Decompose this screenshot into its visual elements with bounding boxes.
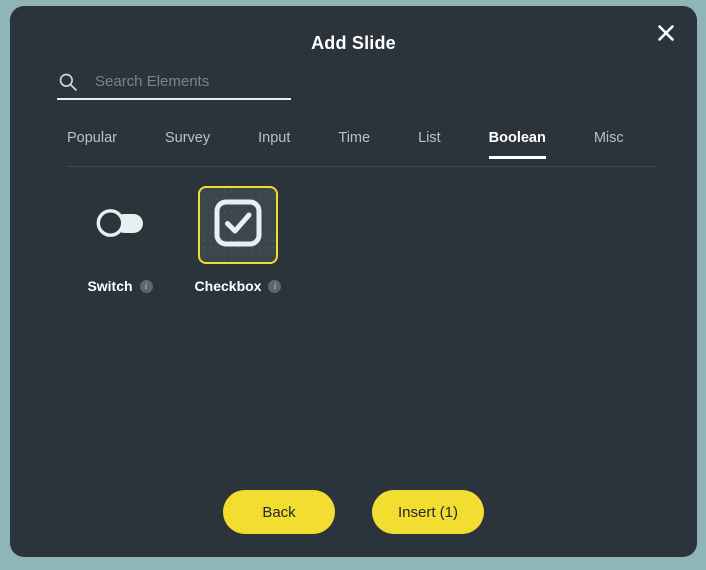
checkbox-icon (213, 198, 263, 253)
element-card-checkbox[interactable]: Checkbox i (195, 186, 282, 294)
element-label: Checkbox (194, 278, 262, 294)
category-tabs: Popular Survey Input Time List Boolean M… (67, 130, 657, 168)
dialog-title: Add Slide (311, 33, 396, 53)
tab-divider (67, 166, 657, 167)
search-field[interactable] (57, 65, 294, 100)
element-card-switch[interactable]: Switch i (80, 186, 160, 294)
back-button[interactable]: Back (223, 490, 335, 534)
add-slide-dialog: Add Slide Popular Survey Input Time List… (10, 6, 697, 557)
tab-input[interactable]: Input (258, 130, 290, 159)
switch-thumbnail (80, 186, 160, 264)
tab-misc[interactable]: Misc (594, 130, 624, 159)
tab-popular[interactable]: Popular (67, 130, 117, 159)
checkbox-thumbnail (198, 186, 278, 264)
checkbox-label-row: Checkbox i (195, 278, 282, 294)
tab-boolean[interactable]: Boolean (488, 130, 546, 159)
insert-button[interactable]: Insert (1) (372, 490, 484, 534)
info-icon[interactable]: i (268, 279, 282, 293)
element-grid: Switch i Checkbox i (80, 186, 282, 294)
tab-time[interactable]: Time (338, 130, 370, 159)
close-icon[interactable] (651, 18, 681, 48)
switch-label-row: Switch i (87, 278, 153, 294)
dialog-footer: Back Insert (1) (10, 490, 697, 534)
tab-survey[interactable]: Survey (165, 130, 210, 159)
element-label: Switch (87, 278, 133, 294)
search-icon (57, 71, 79, 93)
search-input[interactable] (95, 73, 294, 90)
switch-icon (94, 208, 146, 243)
info-icon[interactable]: i (139, 279, 153, 293)
tab-list[interactable]: List (418, 130, 441, 159)
